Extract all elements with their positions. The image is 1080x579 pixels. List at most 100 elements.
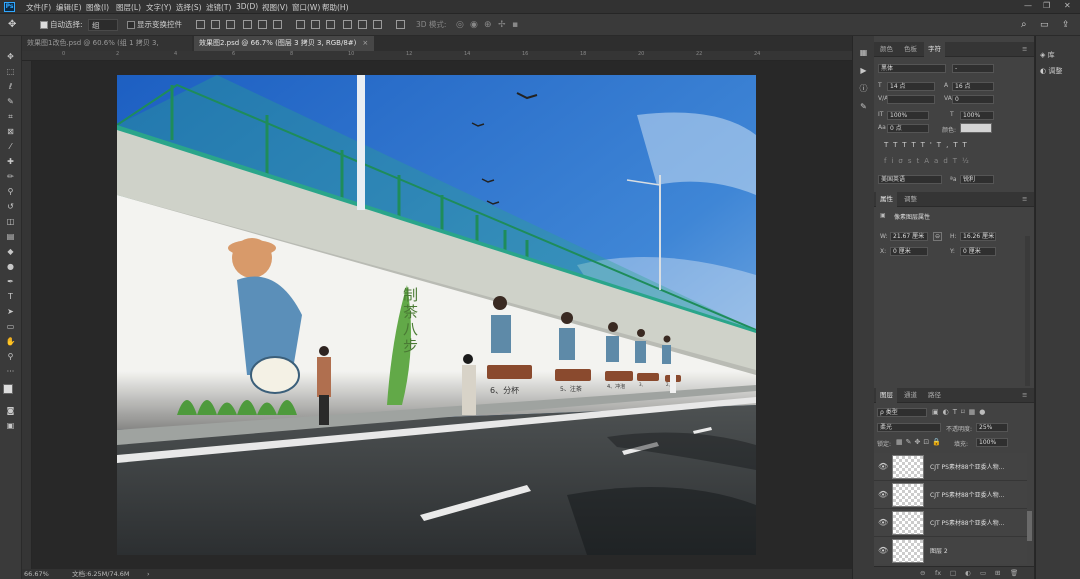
3d-slide-icon[interactable]: ✢ bbox=[498, 19, 506, 31]
actions-panel-icon[interactable]: ▶ bbox=[858, 66, 869, 76]
link-layers-icon[interactable]: ⊖ bbox=[920, 569, 925, 577]
opacity-field[interactable]: 25% bbox=[976, 423, 1008, 432]
document-canvas[interactable]: 制 茶 八 步 6、分杯 5、注茶 4、冲泡 3、 2、 bbox=[117, 75, 756, 555]
3d-scale-icon[interactable]: ▪ bbox=[512, 19, 518, 31]
gradient-tool-icon[interactable]: ▤ bbox=[5, 232, 16, 242]
layer-filter-icons[interactable]: ▣◐T⌑▦● bbox=[932, 408, 989, 416]
menu-view[interactable]: 视图(V) bbox=[262, 2, 288, 13]
layer-filter-select[interactable]: ρ 类型 bbox=[877, 408, 927, 417]
menu-help[interactable]: 帮助(H) bbox=[322, 2, 349, 13]
distribute-right-icon[interactable] bbox=[373, 20, 382, 29]
menu-select[interactable]: 选择(S) bbox=[176, 2, 202, 13]
layers-scrollbar[interactable] bbox=[1027, 511, 1032, 541]
tab-swatches[interactable]: 色板 bbox=[900, 42, 921, 57]
zoom-tool-icon[interactable]: ⚲ bbox=[5, 352, 16, 362]
font-size-field[interactable]: 14 点 bbox=[887, 82, 935, 91]
menu-edit[interactable]: 编辑(E) bbox=[56, 2, 82, 13]
auto-align-icon[interactable] bbox=[396, 20, 405, 29]
zoom-level[interactable]: 66.67% bbox=[24, 569, 49, 579]
menu-image[interactable]: 图像(I) bbox=[86, 2, 109, 13]
distribute-vcenter-icon[interactable] bbox=[311, 20, 320, 29]
tab-paths[interactable]: 路径 bbox=[924, 388, 945, 403]
restore-button[interactable]: ❐ bbox=[1043, 1, 1050, 10]
width-field[interactable]: 21.67 厘米 bbox=[890, 232, 928, 241]
horizontal-scale-field[interactable]: 100% bbox=[960, 111, 994, 120]
align-hcenter-icon[interactable] bbox=[211, 20, 220, 29]
layer-row[interactable]: 👁 CJT PS素材88个亚委人物... bbox=[874, 481, 1027, 509]
tab-document-2[interactable]: 效果图2.psd @ 66.7% (图层 3 拷贝 3, RGB/8#) × bbox=[194, 36, 374, 51]
layer-row[interactable]: 👁 CJT PS素材88个亚委人物... bbox=[874, 509, 1027, 537]
tab-color[interactable]: 颜色 bbox=[876, 42, 897, 57]
move-tool-icon[interactable]: ✥ bbox=[8, 19, 16, 31]
adjustment-layer-icon[interactable]: ◐ bbox=[965, 569, 971, 577]
blur-tool-icon[interactable]: ◆ bbox=[5, 247, 16, 257]
align-vcenter-icon[interactable] bbox=[258, 20, 267, 29]
distribute-bottom-icon[interactable] bbox=[326, 20, 335, 29]
visibility-eye-icon[interactable]: 👁 bbox=[878, 546, 888, 555]
text-color-swatch[interactable] bbox=[960, 123, 992, 133]
history-brush-icon[interactable]: ↺ bbox=[5, 202, 16, 212]
close-window-button[interactable]: ✕ bbox=[1064, 1, 1071, 10]
tab-adjustments[interactable]: 调整 bbox=[900, 192, 921, 207]
tracking-field[interactable]: 0 bbox=[952, 95, 994, 104]
adjustments-item[interactable]: ◐ 调整 bbox=[1040, 66, 1062, 76]
fill-field[interactable]: 100% bbox=[976, 438, 1008, 447]
crop-tool-icon[interactable]: ⌗ bbox=[5, 112, 16, 122]
libraries-item[interactable]: ◈ 库 bbox=[1040, 50, 1055, 60]
menu-window[interactable]: 窗口(W) bbox=[292, 2, 320, 13]
brush-panel-icon[interactable]: ✎ bbox=[858, 102, 869, 112]
close-tab-icon[interactable]: × bbox=[362, 39, 368, 47]
path-select-icon[interactable]: ➤ bbox=[5, 307, 16, 317]
lock-icons[interactable]: ▦✎✥⊡🔒 bbox=[896, 438, 944, 446]
new-group-icon[interactable]: ▭ bbox=[980, 569, 986, 577]
link-dimensions-icon[interactable]: ⊖ bbox=[933, 232, 943, 241]
font-style-select[interactable]: - bbox=[952, 64, 994, 73]
language-select[interactable]: 美国英语 bbox=[878, 175, 942, 184]
show-transform-checkbox[interactable]: 显示变换控件 bbox=[127, 19, 182, 31]
frame-tool-icon[interactable]: ⊠ bbox=[5, 127, 16, 137]
eraser-tool-icon[interactable]: ◫ bbox=[5, 217, 16, 227]
add-mask-icon[interactable]: □ bbox=[950, 569, 956, 577]
height-field[interactable]: 16.26 厘米 bbox=[960, 232, 996, 241]
hand-tool-icon[interactable]: ✋ bbox=[5, 337, 16, 347]
healing-brush-icon[interactable]: ✚ bbox=[5, 157, 16, 167]
blend-mode-select[interactable]: 柔光 bbox=[877, 423, 941, 432]
panel-menu-icon[interactable]: ≡ bbox=[1018, 42, 1031, 57]
auto-select-checkbox[interactable]: 自动选择: bbox=[40, 19, 83, 31]
menu-file[interactable]: 文件(F) bbox=[26, 2, 51, 13]
3d-drag-icon[interactable]: ⊕ bbox=[484, 19, 492, 31]
align-bottom-icon[interactable] bbox=[273, 20, 282, 29]
minimize-button[interactable]: — bbox=[1024, 1, 1032, 10]
menu-filter[interactable]: 滤镜(T) bbox=[206, 2, 231, 13]
tab-channels[interactable]: 通道 bbox=[900, 388, 921, 403]
screen-mode-icon[interactable]: ▣ bbox=[5, 421, 16, 431]
search-icon[interactable]: ⌕ bbox=[1021, 19, 1027, 31]
vertical-scale-field[interactable]: 100% bbox=[887, 111, 929, 120]
lasso-tool-icon[interactable]: ℓ bbox=[5, 82, 16, 92]
quick-select-tool-icon[interactable]: ✎ bbox=[5, 97, 16, 107]
tab-character[interactable]: 字符 bbox=[924, 42, 945, 57]
fx-icon[interactable]: fx bbox=[935, 569, 941, 577]
new-layer-icon[interactable]: ⊞ bbox=[995, 569, 1000, 577]
text-style-buttons[interactable]: TTTTT'T,TT bbox=[884, 141, 972, 149]
panel-menu-icon[interactable]: ≡ bbox=[1018, 388, 1031, 403]
brush-tool-icon[interactable]: ✏ bbox=[5, 172, 16, 182]
tab-properties[interactable]: 属性 bbox=[876, 192, 897, 207]
distribute-top-icon[interactable] bbox=[296, 20, 305, 29]
pen-tool-icon[interactable]: ✒ bbox=[5, 277, 16, 287]
foreground-color-swatch[interactable] bbox=[3, 384, 13, 394]
tab-document-1[interactable]: 效果图1改色.psd @ 60.6% (组 1 拷贝 3, RGB/8#)× bbox=[22, 36, 192, 62]
visibility-eye-icon[interactable]: 👁 bbox=[878, 462, 888, 471]
properties-scrollbar[interactable] bbox=[1025, 236, 1030, 386]
more-tools-icon[interactable]: ··· bbox=[5, 367, 16, 377]
layer-row[interactable]: 👁 CJT PS素材88个亚委人物... bbox=[874, 453, 1027, 481]
auto-select-dropdown[interactable]: 组 bbox=[88, 19, 118, 31]
eyedropper-tool-icon[interactable]: ⁄ bbox=[5, 142, 16, 152]
3d-rotate-icon[interactable]: ◎ bbox=[456, 19, 464, 31]
layer-row[interactable]: 👁 图层 2 bbox=[874, 537, 1027, 564]
panel-menu-icon[interactable]: ≡ bbox=[1018, 192, 1031, 207]
marquee-tool-icon[interactable]: ⬚ bbox=[5, 67, 16, 77]
x-field[interactable]: 0 厘米 bbox=[890, 247, 928, 256]
status-menu-arrow[interactable]: › bbox=[147, 569, 150, 579]
move-tool-icon[interactable]: ✥ bbox=[5, 52, 16, 62]
